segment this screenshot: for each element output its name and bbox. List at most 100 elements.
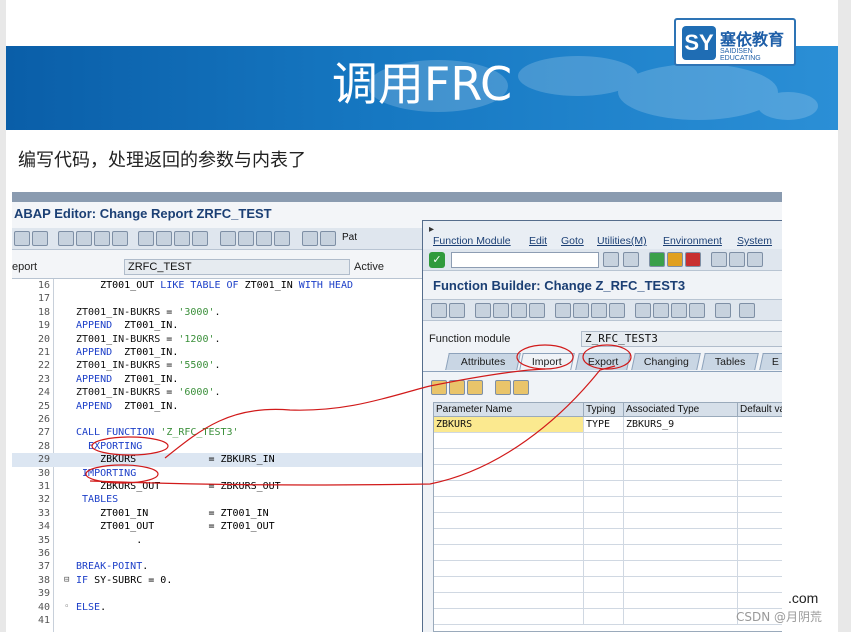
empty-cell[interactable]: [434, 561, 584, 577]
cell-parameter-name[interactable]: ZBKURS: [434, 417, 584, 433]
window-icon[interactable]: [671, 303, 687, 318]
info-icon[interactable]: [573, 303, 589, 318]
cut-icon[interactable]: [431, 380, 447, 395]
empty-cell[interactable]: [584, 593, 624, 609]
code-line[interactable]: 37 BREAK-POINT.: [12, 560, 424, 573]
forward-icon[interactable]: [32, 231, 48, 246]
hierarchy-icon[interactable]: [156, 231, 172, 246]
back-icon[interactable]: [14, 231, 30, 246]
empty-cell[interactable]: [584, 481, 624, 497]
empty-cell[interactable]: [584, 513, 624, 529]
empty-cell[interactable]: [584, 529, 624, 545]
empty-cell[interactable]: [738, 593, 782, 609]
code-line[interactable]: 39: [12, 587, 424, 600]
code-line[interactable]: 16 ZT001_OUT LIKE TABLE OF ZT001_IN WITH…: [12, 279, 424, 292]
menu-edit[interactable]: Edit: [529, 235, 547, 247]
info-i-icon[interactable]: [715, 303, 731, 318]
code-line[interactable]: 40 ◦ ELSE.: [12, 601, 424, 614]
code-line[interactable]: 32 TABLES: [12, 493, 424, 506]
empty-cell[interactable]: [624, 433, 738, 449]
tab-export[interactable]: Export: [575, 353, 631, 370]
menu-function-module[interactable]: Function Module: [433, 235, 511, 247]
empty-cell[interactable]: [434, 465, 584, 481]
empty-cell[interactable]: [738, 465, 782, 481]
cancel-icon[interactable]: [685, 252, 701, 267]
code-line[interactable]: 20 ZT001_IN-BUKRS = '1200'.: [12, 333, 424, 346]
code-line[interactable]: 35 .: [12, 534, 424, 547]
empty-cell[interactable]: [624, 481, 738, 497]
print-icon[interactable]: [238, 231, 254, 246]
empty-cell[interactable]: [624, 529, 738, 545]
paste-icon[interactable]: [467, 380, 483, 395]
code-line[interactable]: 28 EXPORTING: [12, 440, 424, 453]
menu-utilities[interactable]: Utilities(M): [597, 235, 647, 247]
code-line[interactable]: 36: [12, 547, 424, 560]
col-typing[interactable]: Typing: [584, 403, 624, 417]
empty-cell[interactable]: [434, 577, 584, 593]
tab-exceptions[interactable]: E: [759, 353, 782, 370]
activate-icon[interactable]: [511, 303, 527, 318]
activate-icon[interactable]: [94, 231, 110, 246]
code-line[interactable]: 24 ZT001_IN-BUKRS = '6000'.: [12, 386, 424, 399]
exit-icon[interactable]: [667, 252, 683, 267]
save-icon[interactable]: [623, 252, 639, 267]
empty-cell[interactable]: [624, 545, 738, 561]
test-icon[interactable]: [529, 303, 545, 318]
empty-cell[interactable]: [584, 465, 624, 481]
empty-cell[interactable]: [738, 481, 782, 497]
find-icon[interactable]: [256, 231, 272, 246]
empty-cell[interactable]: [738, 433, 782, 449]
window-menu-icon[interactable]: ▸: [429, 224, 434, 235]
empty-cell[interactable]: [624, 577, 738, 593]
display-icon[interactable]: [192, 231, 208, 246]
empty-cell[interactable]: [584, 449, 624, 465]
print-icon[interactable]: [653, 303, 669, 318]
navigator-icon[interactable]: [609, 303, 625, 318]
empty-cell[interactable]: [624, 497, 738, 513]
code-line[interactable]: 19 APPEND ZT001_IN.: [12, 319, 424, 332]
col-default-value[interactable]: Default va: [738, 403, 782, 417]
code-line[interactable]: 18 ZT001_IN-BUKRS = '3000'.: [12, 306, 424, 319]
delete-row-icon[interactable]: [513, 380, 529, 395]
empty-cell[interactable]: [624, 593, 738, 609]
code-line[interactable]: 22 ZT001_IN-BUKRS = '5500'.: [12, 359, 424, 372]
empty-cell[interactable]: [434, 433, 584, 449]
empty-cell[interactable]: [434, 497, 584, 513]
empty-cell[interactable]: [434, 609, 584, 625]
empty-cell[interactable]: [584, 577, 624, 593]
empty-cell[interactable]: [624, 513, 738, 529]
empty-cell[interactable]: [584, 561, 624, 577]
code-line[interactable]: 41: [12, 614, 424, 627]
empty-cell[interactable]: [624, 561, 738, 577]
empty-cell[interactable]: [584, 497, 624, 513]
code-line[interactable]: 25 APPEND ZT001_IN.: [12, 400, 424, 413]
info-icon[interactable]: [274, 231, 290, 246]
edit-icon[interactable]: [58, 231, 74, 246]
history-icon[interactable]: [603, 252, 619, 267]
mode-icon[interactable]: [689, 303, 705, 318]
find-icon[interactable]: [729, 252, 745, 267]
navigator-icon[interactable]: [174, 231, 190, 246]
forward-icon[interactable]: [449, 303, 465, 318]
tab-changing[interactable]: Changing: [631, 353, 701, 370]
pattern-button[interactable]: Pat: [342, 232, 357, 243]
empty-cell[interactable]: [738, 497, 782, 513]
col-associated-type[interactable]: Associated Type: [624, 403, 738, 417]
cell-associated-type[interactable]: ZBKURS_9: [624, 417, 738, 433]
code-line[interactable]: 17: [12, 292, 424, 305]
code-editor[interactable]: 16 ZT001_OUT LIKE TABLE OF ZT001_IN WITH…: [12, 278, 424, 632]
empty-cell[interactable]: [434, 481, 584, 497]
empty-cell[interactable]: [624, 609, 738, 625]
empty-cell[interactable]: [434, 513, 584, 529]
code-line[interactable]: 26: [12, 413, 424, 426]
code-line[interactable]: 33 ZT001_IN = ZT001_IN: [12, 507, 424, 520]
empty-cell[interactable]: [584, 433, 624, 449]
back-icon[interactable]: [431, 303, 447, 318]
empty-cell[interactable]: [738, 545, 782, 561]
insert-row-icon[interactable]: [495, 380, 511, 395]
empty-cell[interactable]: [624, 449, 738, 465]
breakpoint-icon[interactable]: [220, 231, 236, 246]
pattern-icon[interactable]: [302, 231, 318, 246]
empty-cell[interactable]: [738, 561, 782, 577]
where-used-icon[interactable]: [138, 231, 154, 246]
